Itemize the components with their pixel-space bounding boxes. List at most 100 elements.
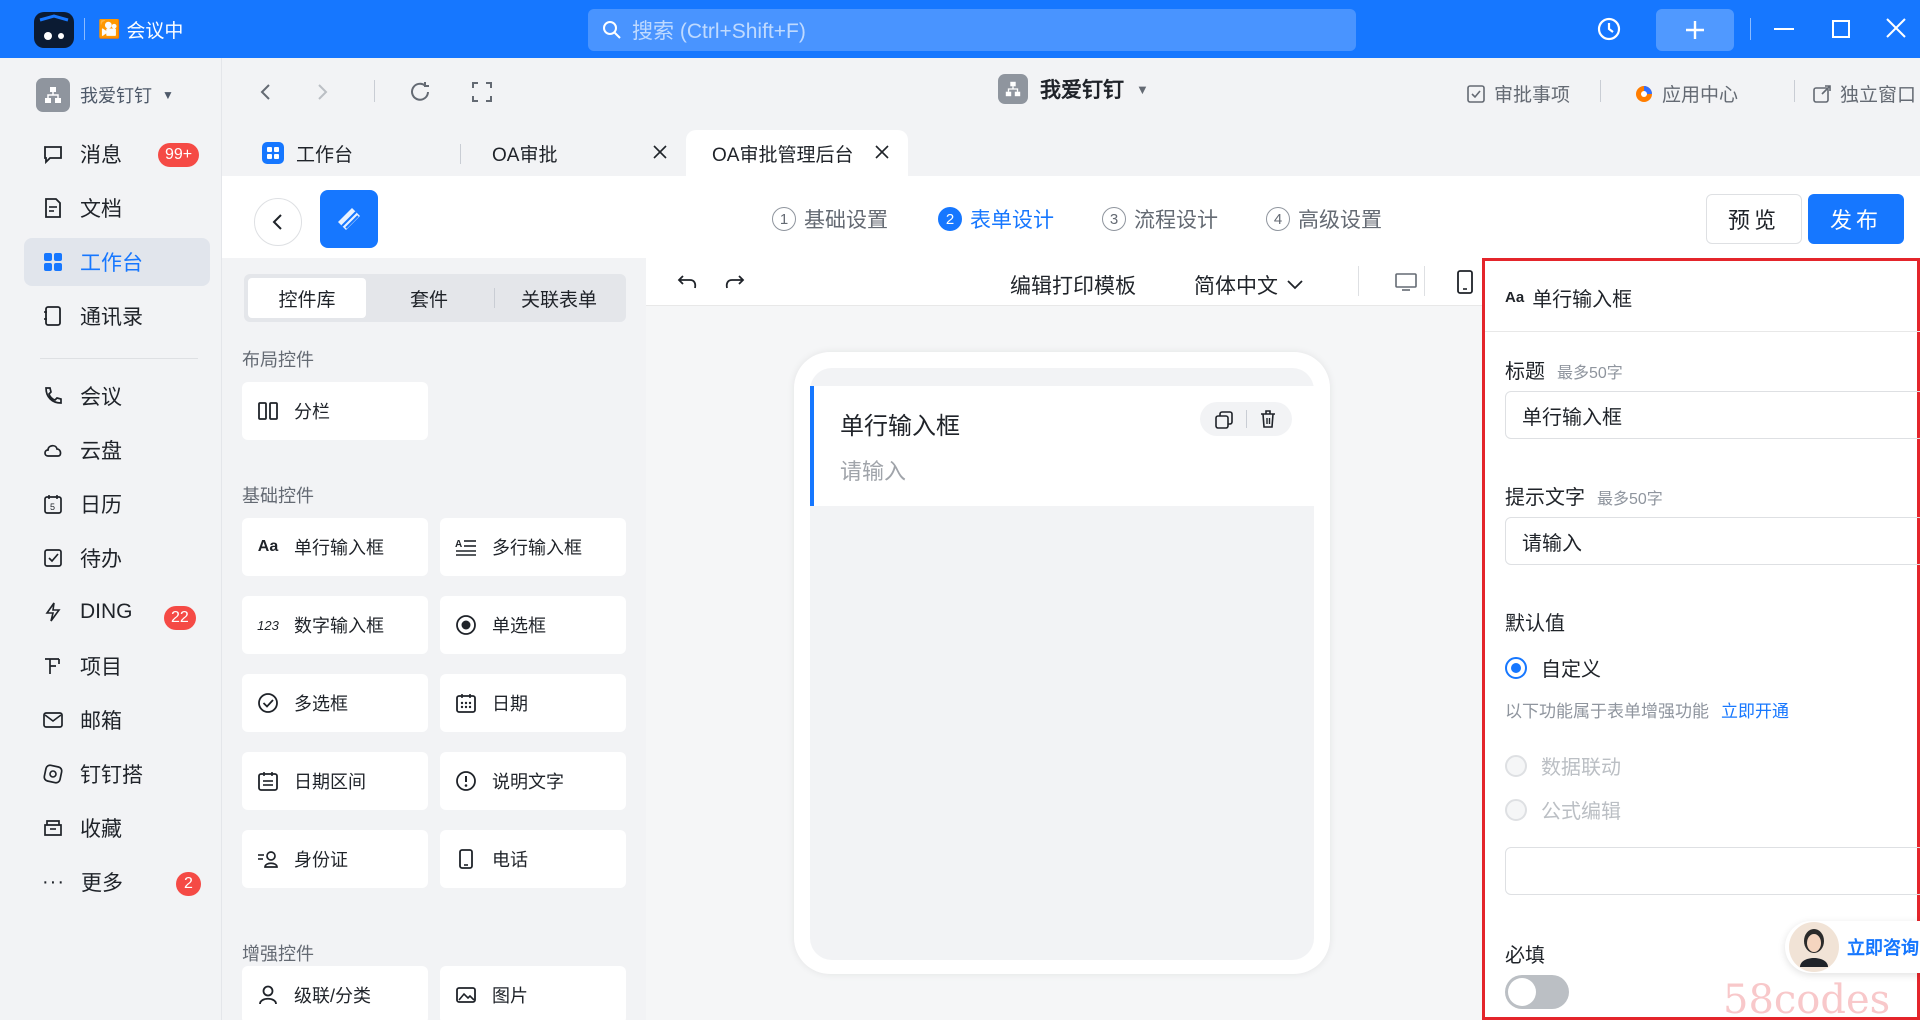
enhanced-group-title: 增强控件 (242, 944, 314, 964)
enable-now-link[interactable]: 立即开通 (1721, 697, 1789, 722)
title-bar: 🎦 会议中 搜索 (Ctrl+Shift+F) (0, 0, 1920, 58)
widget-columns[interactable]: 分栏 (242, 382, 428, 440)
radio-checked-icon (1505, 656, 1527, 679)
sidebar-item-meeting[interactable]: 会议 (24, 372, 210, 420)
title-input[interactable]: 单行输入框 (1505, 391, 1920, 439)
field-actions (1200, 402, 1292, 436)
props-header: Aa 单行输入框 (1505, 289, 1633, 311)
approval-items-link[interactable]: 审批事项 (1466, 80, 1570, 107)
org-switcher[interactable]: 我爱钉钉 ▼ (36, 78, 174, 112)
close-tab-icon[interactable] (874, 144, 890, 160)
widget-image[interactable]: 图片 (440, 966, 626, 1024)
default-value-input[interactable] (1505, 847, 1920, 895)
sidebar-item-project[interactable]: 项目 (24, 642, 210, 690)
app-logo-icon (320, 190, 378, 248)
desktop-view-icon[interactable] (1394, 272, 1418, 292)
message-icon (42, 143, 64, 165)
widget-date-range[interactable]: 日期区间 (242, 752, 428, 810)
step-basic-settings[interactable]: 1 基础设置 (772, 204, 888, 234)
text-aa-icon: Aa (1505, 289, 1525, 306)
language-select[interactable]: 简体中文 (1194, 270, 1304, 300)
back-arrow-icon (272, 214, 282, 230)
sidebar-item-docs[interactable]: 文档 (24, 184, 210, 232)
favorite-icon (42, 817, 64, 839)
sidebar-item-ding[interactable]: DING (24, 588, 210, 636)
custom-radio[interactable]: 自定义 (1505, 653, 1601, 682)
widget-radio[interactable]: 单选框 (440, 596, 626, 654)
widget-single-line-input[interactable]: Aa 单行输入框 (242, 518, 428, 576)
copy-icon[interactable] (1214, 410, 1234, 430)
redo-icon[interactable] (724, 272, 746, 292)
required-toggle[interactable] (1505, 975, 1569, 1009)
mobile-view-icon[interactable] (1456, 270, 1474, 294)
org-title[interactable]: 我爱钉钉 ▼ (998, 74, 1149, 104)
radio-icon (454, 613, 478, 637)
dingda-icon (42, 763, 64, 785)
step-process-design[interactable]: 3 流程设计 (1102, 204, 1218, 234)
tab-workbench[interactable]: 工作台 (262, 130, 472, 176)
standalone-window-link[interactable]: 独立窗口 (1812, 80, 1916, 107)
maximize-icon[interactable] (1832, 20, 1850, 38)
date-icon (454, 691, 478, 715)
widget-cascade[interactable]: 级联/分类 (242, 966, 428, 1024)
widget-date[interactable]: 日期 (440, 674, 626, 732)
tab-linked-forms[interactable]: 关联表单 (496, 278, 622, 318)
svg-text:A: A (455, 539, 462, 550)
formula-edit-radio: 公式编辑 (1505, 795, 1621, 824)
date-range-icon (256, 769, 280, 793)
placeholder-input[interactable]: 请输入 (1505, 517, 1920, 565)
radio-disabled-icon (1505, 754, 1527, 777)
widget-tabs: 控件库 套件 关联表单 (244, 274, 626, 322)
chevron-down-icon (1286, 279, 1304, 291)
workbench-icon (262, 142, 284, 164)
history-icon[interactable] (1596, 16, 1622, 42)
close-tab-icon[interactable] (652, 144, 668, 160)
fullscreen-icon[interactable] (470, 80, 494, 104)
widget-id-card[interactable]: 身份证 (242, 830, 428, 888)
tab-oa-approval[interactable]: OA审批 (492, 130, 672, 176)
sidebar-item-todo[interactable]: 待办 (24, 534, 210, 582)
widget-multi-line-input[interactable]: A 多行输入框 (440, 518, 626, 576)
undo-icon[interactable] (676, 272, 698, 292)
selected-field-card[interactable]: 单行输入框 请输入 (810, 386, 1314, 506)
search-input[interactable]: 搜索 (Ctrl+Shift+F) (588, 9, 1356, 51)
phone-icon (454, 847, 478, 871)
widget-description-text[interactable]: 说明文字 (440, 752, 626, 810)
add-button[interactable] (1656, 9, 1734, 51)
delete-icon[interactable] (1258, 409, 1278, 429)
app-center-link[interactable]: 应用中心 (1634, 80, 1738, 107)
refresh-icon[interactable] (408, 80, 432, 104)
back-button[interactable] (254, 198, 302, 246)
sidebar-item-mail[interactable]: 邮箱 (24, 696, 210, 744)
consult-widget[interactable]: 立即咨询 (1785, 921, 1920, 973)
tab-suites[interactable]: 套件 (370, 278, 488, 318)
sidebar: 我爱钉钉 ▼ 消息 99+ 文档 工作台 通讯录 会议 云盘 5 日历 待办 2… (0, 58, 222, 1020)
preview-button[interactable]: 预览 (1706, 194, 1802, 244)
widget-number-input[interactable]: 123 数字输入框 (242, 596, 428, 654)
sidebar-item-contacts[interactable]: 通讯录 (24, 292, 210, 340)
sidebar-item-dingda[interactable]: 钉钉搭 (24, 750, 210, 798)
back-arrow-icon[interactable] (256, 82, 276, 102)
dingtalk-logo-icon[interactable] (34, 12, 74, 48)
more-icon: ··· (42, 870, 65, 893)
minimize-icon[interactable] (1774, 28, 1794, 30)
sidebar-item-cloud[interactable]: 云盘 (24, 426, 210, 474)
widget-phone[interactable]: 电话 (440, 830, 626, 888)
field-properties-panel: Aa 单行输入框 标题 最多50字 单行输入框 提示文字 最多50字 请输入 默… (1482, 258, 1920, 1023)
sidebar-item-calendar[interactable]: 5 日历 (24, 480, 210, 528)
widget-checkbox[interactable]: 多选框 (242, 674, 428, 732)
sidebar-item-workbench[interactable]: 工作台 (24, 238, 210, 286)
meeting-status[interactable]: 🎦 会议中 (98, 16, 183, 43)
publish-button[interactable]: 发布 (1808, 194, 1904, 244)
phone-preview-frame: 单行输入框 请输入 (794, 352, 1330, 974)
basic-group-title: 基础控件 (242, 486, 314, 506)
app-center-icon (1634, 84, 1654, 104)
tab-widget-library[interactable]: 控件库 (248, 278, 366, 318)
calendar-icon: 5 (42, 493, 64, 515)
close-icon[interactable] (1884, 16, 1908, 40)
step-form-design[interactable]: 2 表单设计 (938, 204, 1054, 234)
edit-print-template-button[interactable]: 编辑打印模板 (1010, 270, 1136, 300)
forward-arrow-icon[interactable] (312, 82, 332, 102)
step-advanced-settings[interactable]: 4 高级设置 (1266, 204, 1382, 234)
sidebar-item-favorites[interactable]: 收藏 (24, 804, 210, 852)
